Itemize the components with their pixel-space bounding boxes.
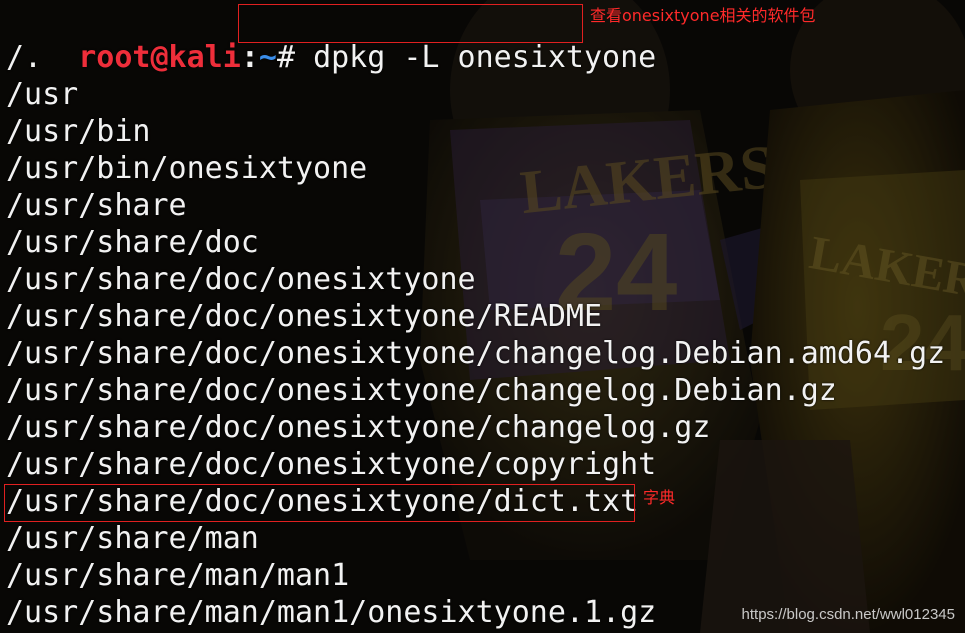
prompt-user-host: root@kali (78, 40, 241, 75)
output-line: /usr (6, 77, 79, 112)
output-line: /usr/share/doc/onesixtyone/changelog.Deb… (6, 336, 946, 371)
output-line: /usr/bin (6, 114, 151, 149)
output-line: /usr/share/doc/onesixtyone/changelog.gz (6, 410, 711, 445)
output-line: /usr/share/doc/onesixtyone/changelog.Deb… (6, 373, 837, 408)
output-line: /. (6, 40, 43, 75)
output-line: /usr/share/doc (6, 225, 259, 260)
prompt-colon: : (240, 40, 259, 75)
command-text: dpkg -L onesixtyone (313, 40, 657, 75)
dict-annotation: 字典 (643, 488, 676, 507)
prompt-symbol: # (276, 40, 295, 75)
output-line: /usr/share/man (6, 521, 259, 556)
watermark: https://blog.csdn.net/wwl012345 (741, 606, 955, 623)
output-line: /usr/share/man/man1 (6, 558, 350, 593)
dict-highlight-box (4, 484, 635, 522)
output-line: /usr/share/doc/onesixtyone/copyright (6, 447, 657, 482)
output-line: /usr/share/doc/onesixtyone/README (6, 299, 603, 334)
prompt-path: ~ (258, 40, 277, 75)
output-line: /usr/share (6, 188, 187, 223)
command-highlight-box (238, 4, 583, 43)
terminal-window[interactable]: root@kali:~# dpkg -L onesixtyone /. /usr… (0, 0, 965, 633)
output-line: /usr/bin/onesixtyone (6, 151, 368, 186)
command-annotation: 查看onesixtyone相关的软件包 (590, 6, 816, 25)
output-line: /usr/share/man/man1/onesixtyone.1.gz (6, 595, 657, 630)
output-line: /usr/share/doc/onesixtyone (6, 262, 476, 297)
